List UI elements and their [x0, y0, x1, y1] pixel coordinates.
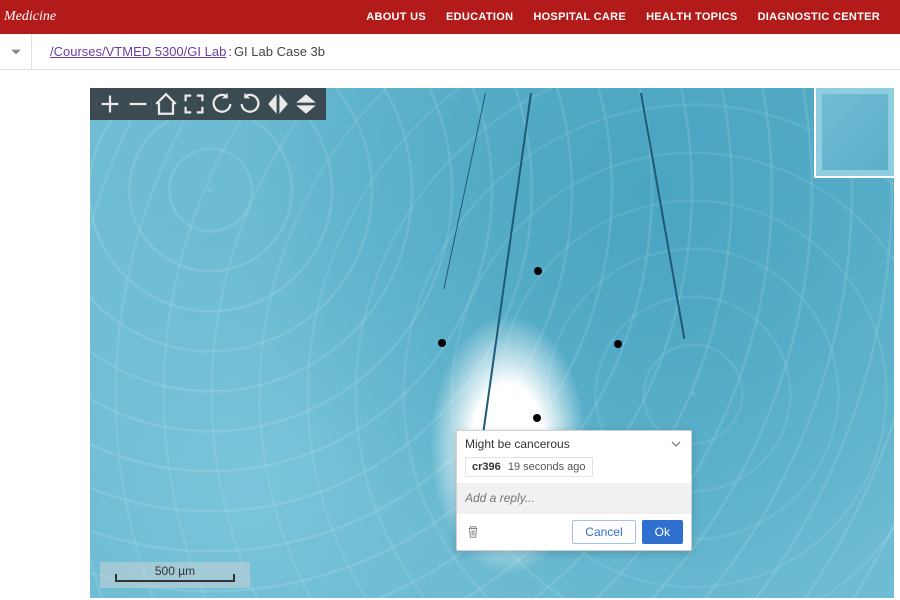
nav-about[interactable]: ABOUT US [366, 11, 426, 23]
rotate-left-icon [208, 90, 236, 118]
annotation-user: cr396 [472, 461, 501, 473]
scale-line [115, 580, 235, 582]
rotate-right-icon [236, 90, 264, 118]
home-icon [152, 90, 180, 118]
minimap-view [822, 94, 888, 170]
viewer-toolbar [90, 88, 326, 120]
annotation-marker[interactable] [534, 267, 542, 275]
top-nav: ABOUT US EDUCATION HOSPITAL CARE HEALTH … [366, 11, 880, 23]
flip-h-icon [264, 90, 292, 118]
annotation-header: Might be cancerous [457, 431, 691, 457]
nav-hospital[interactable]: HOSPITAL CARE [533, 11, 626, 23]
annotation-actions: Cancel Ok [572, 520, 683, 544]
home-button[interactable] [152, 90, 180, 118]
breadcrumb-link[interactable]: /Courses/VTMED 5300/GI Lab [50, 44, 226, 59]
expand-icon [180, 90, 208, 118]
plus-icon [96, 90, 124, 118]
breadcrumb-bar: /Courses/VTMED 5300/GI Lab : GI Lab Case… [0, 34, 900, 70]
scale-label: 500 µm [155, 564, 195, 578]
annotation-popup: Might be cancerous cr396 19 seconds ago … [456, 430, 692, 551]
annotation-footer: Cancel Ok [457, 513, 691, 550]
fullscreen-button[interactable] [180, 90, 208, 118]
annotation-marker[interactable] [438, 339, 446, 347]
collapse-button[interactable] [669, 437, 683, 451]
slide-viewer[interactable]: 500 µm Might be cancerous cr396 19 secon… [90, 88, 894, 598]
reply-input[interactable] [465, 491, 683, 505]
nav-diagnostic[interactable]: DIAGNOSTIC CENTER [758, 11, 880, 23]
delete-button[interactable] [465, 524, 481, 540]
page-title: GI Lab Case 3b [234, 44, 325, 59]
nav-education[interactable]: EDUCATION [446, 11, 513, 23]
zoom-out-button[interactable] [124, 90, 152, 118]
rotate-right-button[interactable] [236, 90, 264, 118]
trash-icon [466, 525, 480, 539]
annotation-time: 19 seconds ago [508, 461, 586, 473]
chevron-down-icon [671, 439, 681, 449]
flip-v-icon [292, 90, 320, 118]
nav-health-topics[interactable]: HEALTH TOPICS [646, 11, 738, 23]
cancel-button[interactable]: Cancel [572, 520, 635, 544]
annotation-marker[interactable] [614, 340, 622, 348]
flip-vertical-button[interactable] [292, 90, 320, 118]
annotation-text: Might be cancerous [465, 437, 570, 451]
minimap[interactable] [814, 88, 894, 178]
annotation-marker[interactable] [533, 414, 541, 422]
scale-bar: 500 µm [100, 562, 250, 588]
annotation-meta: cr396 19 seconds ago [465, 457, 593, 477]
breadcrumb-separator: : [228, 44, 232, 59]
zoom-in-button[interactable] [96, 90, 124, 118]
flip-horizontal-button[interactable] [264, 90, 292, 118]
topbar: Medicine ABOUT US EDUCATION HOSPITAL CAR… [0, 0, 900, 34]
ok-button[interactable]: Ok [642, 520, 683, 544]
minus-icon [124, 90, 152, 118]
rotate-left-button[interactable] [208, 90, 236, 118]
chevron-down-icon [10, 46, 22, 58]
sidebar-toggle[interactable] [0, 34, 32, 70]
annotation-reply-area [457, 483, 691, 513]
site-name-suffix: Medicine [0, 9, 56, 25]
